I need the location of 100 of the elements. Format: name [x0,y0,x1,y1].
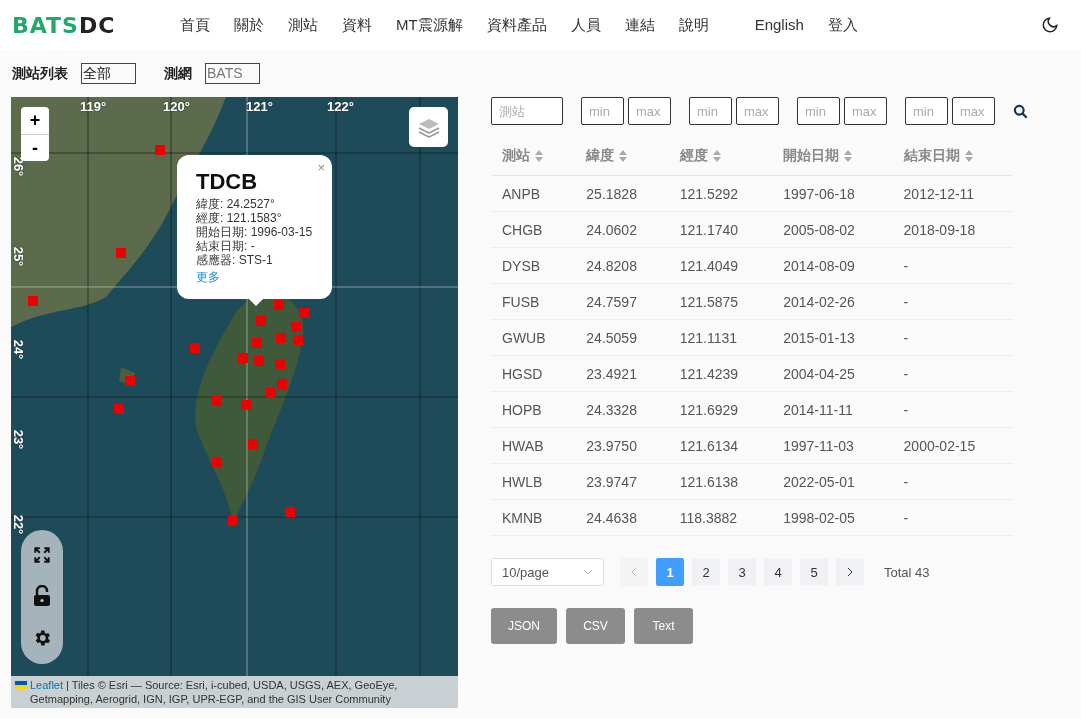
page-button[interactable]: 4 [764,558,792,586]
table-cell: 24.0602 [575,211,669,248]
table-cell: 2022-05-01 [772,463,893,500]
nav-link[interactable]: 資料 [330,15,384,35]
expand-icon [33,546,51,565]
table-cell: HWLB [491,463,576,500]
table-cell: HGSD [491,355,576,392]
page-button[interactable]: 3 [728,558,756,586]
table-cell: - [892,319,1013,356]
nav-link[interactable]: 關於 [222,15,276,35]
table-cell: 1997-06-18 [772,175,893,212]
input-field[interactable]: BATS [205,63,260,84]
max-field[interactable]: max [952,97,995,125]
popup-text: 感應器: STS-1 [196,253,274,267]
chevron-left-icon [631,567,637,577]
more-link[interactable]: 更多 [196,270,220,284]
station-marker[interactable] [291,322,301,332]
min-field[interactable]: min [581,97,624,125]
unlock-icon [33,585,51,607]
station-marker[interactable] [248,439,258,449]
max-field[interactable]: max [844,97,887,125]
station-marker[interactable] [116,248,126,258]
search-icon[interactable] [1013,103,1028,119]
longitude-label: 119° [80,99,107,114]
nav-link[interactable]: English [742,15,816,35]
sort-icon[interactable] [619,150,628,163]
station-marker[interactable] [277,379,287,389]
nav-link[interactable]: 登入 [815,15,870,35]
min-field[interactable]: min [905,97,948,125]
station-marker[interactable] [276,333,286,343]
table-cell: 25.1828 [575,175,669,212]
station-marker[interactable] [190,343,200,353]
station-marker[interactable] [285,507,295,517]
nav-link[interactable]: 首頁 [168,15,222,35]
sort-icon[interactable] [844,150,853,163]
table-cell: 24.4638 [575,499,669,536]
longitude-label: 120° [163,99,190,114]
station-marker[interactable] [266,388,276,398]
sort-icon[interactable] [964,150,973,163]
table-cell: 121.1131 [668,319,773,356]
table-cell: 2015-01-13 [772,319,893,356]
site-logo[interactable]: BATS DC [12,12,168,38]
station-marker[interactable] [293,335,303,345]
fullscreen-button[interactable] [33,546,51,565]
sort-icon[interactable] [535,150,543,163]
max-field[interactable]: max [628,97,671,125]
table-cell: 121.5292 [668,175,773,212]
station-marker[interactable] [254,356,264,366]
close-button[interactable]: × [317,160,325,175]
nav-link[interactable]: 說明 [666,15,721,35]
page-button[interactable]: 2 [692,558,720,586]
sort-icon[interactable] [712,150,721,163]
station-marker[interactable] [28,296,38,306]
station-marker[interactable] [212,396,222,406]
filter-label: 測站列表 [12,64,68,83]
station-marker[interactable] [155,145,165,155]
station-marker[interactable] [114,404,124,414]
table-cell: 24.8208 [575,247,669,284]
next-page-button[interactable] [836,558,864,586]
layers-button[interactable] [409,107,448,147]
page-size-select[interactable]: 10/page [491,558,604,586]
nav-link[interactable]: 資料產品 [474,15,559,35]
nav-link[interactable]: 人員 [558,15,613,35]
nav-link[interactable]: 測站 [276,15,330,35]
nav-link[interactable]: MT震源解 [384,15,475,35]
station-marker[interactable] [256,316,266,326]
station-marker[interactable] [228,516,238,526]
min-field[interactable]: min [689,97,732,125]
popup-text: 經度: 121.1583° [196,211,283,225]
table-cell: ANPB [491,175,576,212]
lock-button[interactable] [33,585,51,607]
station-marker[interactable] [241,400,251,410]
longitude-label: 121° [246,99,273,114]
station-marker[interactable] [299,308,309,318]
input-field[interactable]: 全部 [81,63,136,84]
station-marker[interactable] [275,359,285,369]
nav-link[interactable]: 連結 [612,15,667,35]
table-cell: - [892,247,1013,284]
table-cell: 24.7597 [575,283,669,320]
table-cell: - [892,463,1013,500]
station-search-field[interactable]: 測站 [491,97,563,125]
station-marker[interactable] [238,353,248,363]
total-count: Total 43 [884,564,930,580]
max-field[interactable]: max [736,97,779,125]
table-cell: FUSB [491,283,576,320]
min-field[interactable]: min [797,97,840,125]
table-cell: 1997-11-03 [772,427,893,464]
flag-icon [15,681,27,689]
table-cell: 121.6138 [668,463,773,500]
station-marker[interactable] [252,338,262,348]
table-cell: - [892,283,1013,320]
zoom-in-button[interactable]: + [21,107,49,134]
page-button[interactable]: 5 [800,558,828,586]
table-cell: 2004-04-25 [772,355,893,392]
table-cell: 121.4239 [668,355,773,392]
moon-icon[interactable] [1041,16,1059,34]
station-marker[interactable] [125,376,135,386]
station-marker[interactable] [274,300,284,310]
station-marker[interactable] [212,457,222,467]
popup-tip [247,297,265,306]
